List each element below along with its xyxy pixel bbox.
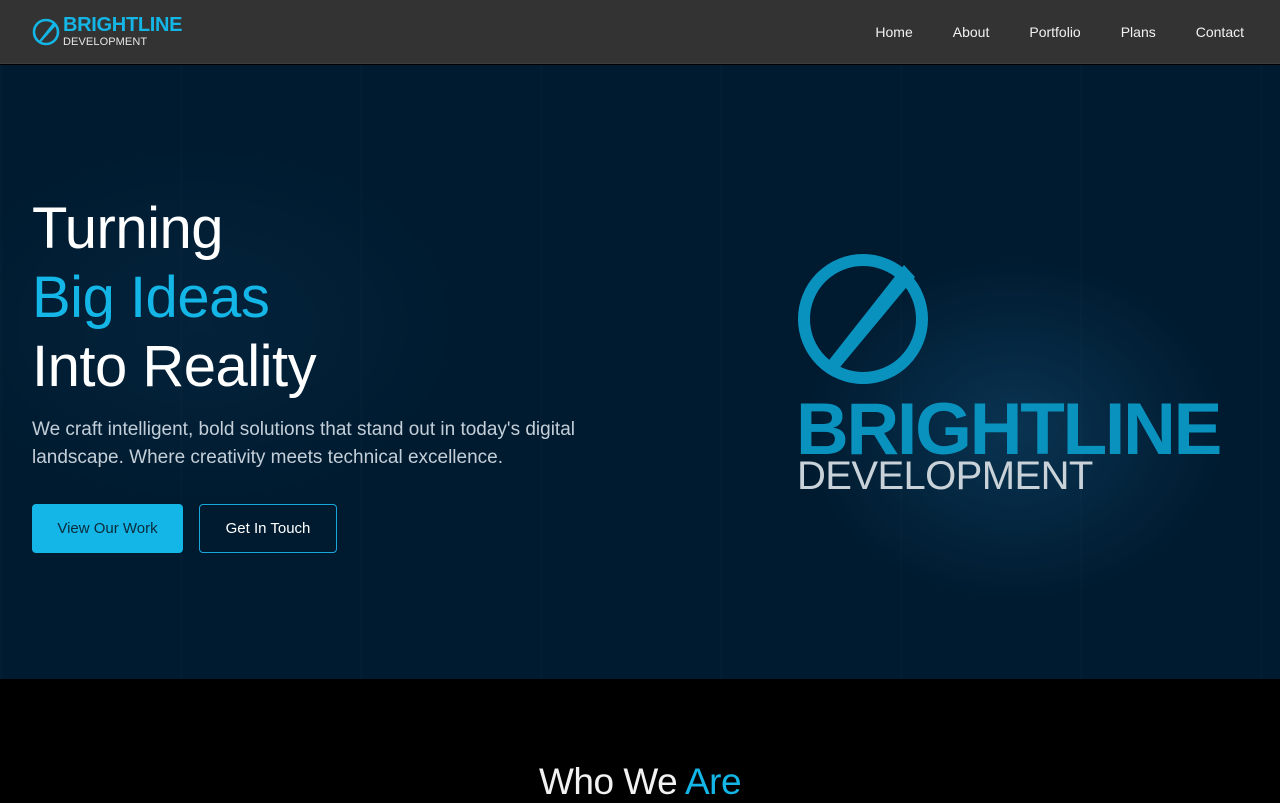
brand-mark-icon <box>798 254 928 384</box>
main-nav: Home About Portfolio Plans Contact <box>835 0 1244 64</box>
about-section: Who We Are <box>0 679 1280 803</box>
logo-name: BRIGHTLINE <box>63 14 183 36</box>
headline-line-3: Into Reality <box>32 334 317 399</box>
brand-subtitle: DEVELOPMENT <box>797 454 1093 498</box>
hero-brand-logo: BRIGHTLINE DEVELOPMENT <box>796 251 1246 498</box>
view-our-work-button[interactable]: View Our Work <box>32 504 183 553</box>
headline-line-1: Turning <box>32 196 224 261</box>
section-title: Who We Are <box>0 761 1280 803</box>
hero-section: Turning Big Ideas Into Reality We craft … <box>0 65 1280 679</box>
site-header: BRIGHTLINE DEVELOPMENT Home About Portfo… <box>0 0 1280 64</box>
nav-portfolio[interactable]: Portfolio <box>1029 24 1080 40</box>
nav-home[interactable]: Home <box>875 24 912 40</box>
nav-about[interactable]: About <box>953 24 990 40</box>
nav-plans[interactable]: Plans <box>1121 24 1156 40</box>
get-in-touch-button[interactable]: Get In Touch <box>199 504 337 553</box>
hero-headline: Turning Big Ideas Into Reality <box>32 194 317 401</box>
hero-subtext: We craft intelligent, bold solutions tha… <box>32 419 575 468</box>
logo-subtitle: DEVELOPMENT <box>63 36 148 48</box>
section-title-part-2: Are <box>684 761 742 802</box>
site-logo[interactable]: BRIGHTLINE DEVELOPMENT <box>32 15 192 49</box>
headline-line-2: Big Ideas <box>32 265 270 330</box>
section-title-part-1: Who We <box>538 761 678 802</box>
nav-contact[interactable]: Contact <box>1196 24 1244 40</box>
logo-mark-icon <box>32 18 60 46</box>
